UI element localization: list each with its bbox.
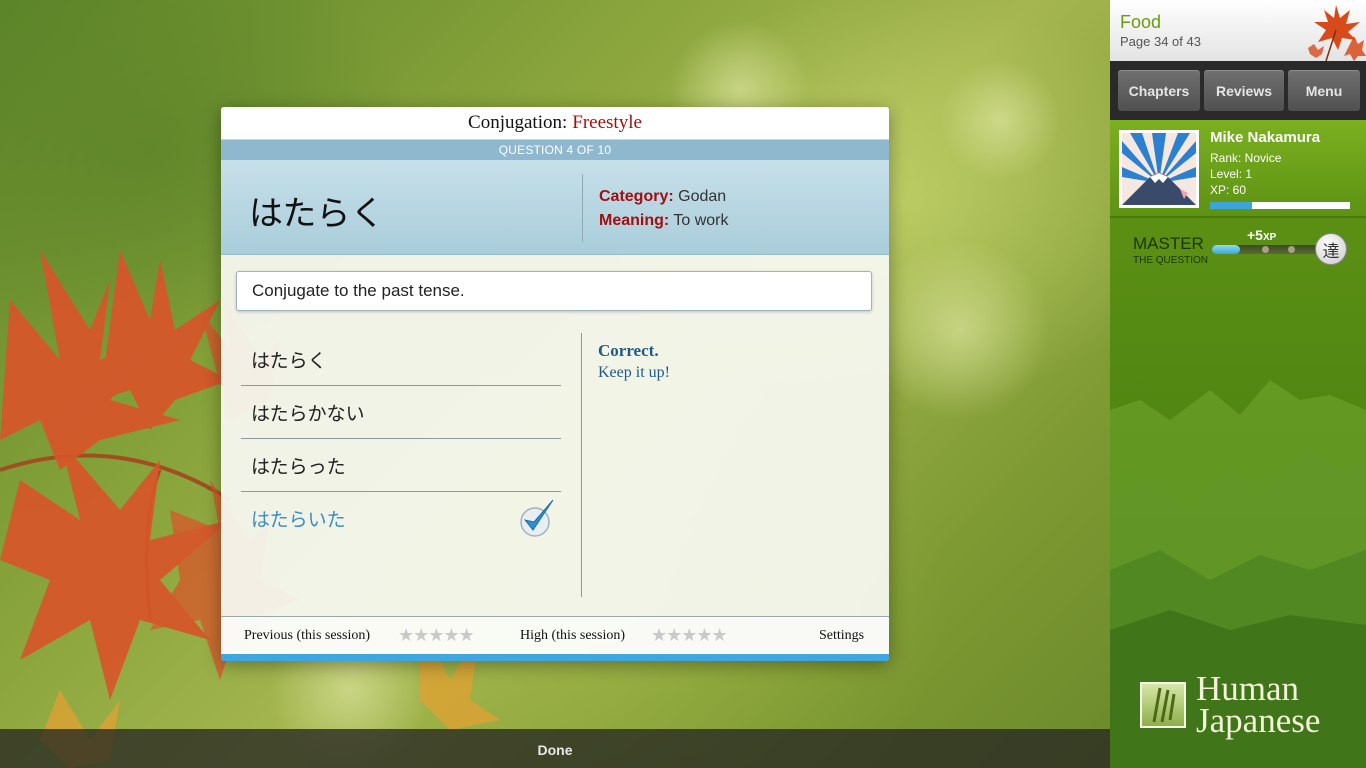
chapter-header: Food Page 34 of 43 [1110, 0, 1366, 61]
word-kana: はたらく [249, 194, 385, 234]
xp-bonus: +5XP [1247, 227, 1276, 243]
progress-dot [1262, 246, 1269, 253]
bottom-app-bar: Done [0, 729, 1110, 768]
chapter-title: Food [1120, 12, 1162, 32]
quiz-dialog: Conjugation: Freestyle QUESTION 4 OF 10 … [221, 107, 889, 661]
answers-divider [581, 333, 582, 597]
dialog-title-mode: Freestyle [572, 112, 642, 133]
xp-progress-bar [1210, 202, 1350, 209]
dialog-footer: Previous (this session) ★★★★★ High (this… [221, 616, 889, 655]
progress-dot [1288, 246, 1295, 253]
chapters-button[interactable]: Chapters [1118, 70, 1200, 111]
high-score-stars: ★★★★★ [651, 625, 728, 645]
settings-link[interactable]: Settings [819, 628, 864, 644]
master-sub-label: THE QUESTION [1133, 255, 1209, 266]
answer-text: はたらった [251, 455, 346, 478]
logo-text-line2: Japanese [1196, 701, 1321, 740]
question-counter: QUESTION 4 OF 10 [221, 140, 889, 160]
feedback-message: Keep it up! [598, 364, 670, 381]
answer-text: はたらいた [251, 509, 346, 531]
previous-score-stars: ★★★★★ [398, 625, 475, 645]
category-value: Godan [678, 188, 727, 205]
answer-text: はたらく [251, 349, 327, 372]
word-meta: Category: Godan Meaning: To work [599, 185, 729, 233]
xp-progress-fill [1210, 202, 1252, 209]
high-score-label: High (this session) [520, 628, 625, 643]
xp-bonus-value: +5 [1247, 227, 1263, 243]
human-japanese-logo: Human Japanese [1140, 670, 1350, 742]
master-kanji-badge: 達 [1315, 233, 1347, 265]
feedback-panel: Correct. Keep it up! [598, 340, 670, 384]
feedback-title: Correct. [598, 341, 659, 360]
profile-rank: Rank: Novice [1210, 151, 1282, 165]
answer-text: はたらかない [251, 402, 365, 425]
checkmark-icon [520, 499, 554, 537]
meaning-value: To work [673, 212, 729, 229]
meaning-row: Meaning: To work [599, 209, 729, 233]
category-label: Category: [599, 188, 674, 205]
avatar[interactable] [1119, 130, 1199, 208]
word-panel: はたらく Category: Godan Meaning: To work [221, 160, 889, 255]
answer-option-3[interactable]: はたらった [241, 439, 561, 492]
profile-name: Mike Nakamura [1210, 129, 1321, 146]
master-label: MASTER [1133, 234, 1204, 253]
word-divider [582, 174, 583, 242]
meaning-label: Meaning: [599, 212, 670, 229]
maple-leaf-icon [1308, 5, 1366, 61]
profile-xp: XP: 60 [1210, 183, 1247, 197]
user-profile: Mike Nakamura Rank: Novice Level: 1 XP: … [1110, 120, 1366, 218]
dialog-title: Conjugation: Freestyle [221, 107, 889, 140]
answer-option-4[interactable]: はたらいた [241, 492, 561, 545]
sidebar: Food Page 34 of 43 Chapters Reviews Menu [1110, 0, 1366, 768]
previous-score-label: Previous (this session) [244, 628, 370, 643]
chapter-page-indicator: Page 34 of 43 [1120, 34, 1201, 49]
master-question-meter: MASTER THE QUESTION +5XP 達 [1110, 218, 1366, 274]
bamboo-logo-icon [1140, 682, 1186, 728]
profile-level: Level: 1 [1210, 167, 1253, 181]
menu-button[interactable]: Menu [1288, 70, 1360, 111]
master-progress-fill [1212, 245, 1240, 254]
xp-bonus-unit: XP [1262, 232, 1277, 243]
done-button[interactable]: Done [538, 742, 573, 758]
dialog-footer-accent [221, 654, 889, 661]
category-row: Category: Godan [599, 185, 729, 209]
answer-option-1[interactable]: はたらく [241, 333, 561, 386]
master-progress-track [1212, 245, 1322, 254]
nav-bar: Chapters Reviews Menu [1110, 61, 1366, 120]
answer-list: はたらく はたらかない はたらった はたらいた [241, 333, 561, 545]
dialog-title-prefix: Conjugation: [468, 112, 568, 133]
reviews-button[interactable]: Reviews [1204, 70, 1284, 111]
mount-fuji-avatar-icon [1122, 133, 1196, 205]
answer-option-2[interactable]: はたらかない [241, 386, 561, 439]
question-prompt: Conjugate to the past tense. [236, 271, 872, 311]
